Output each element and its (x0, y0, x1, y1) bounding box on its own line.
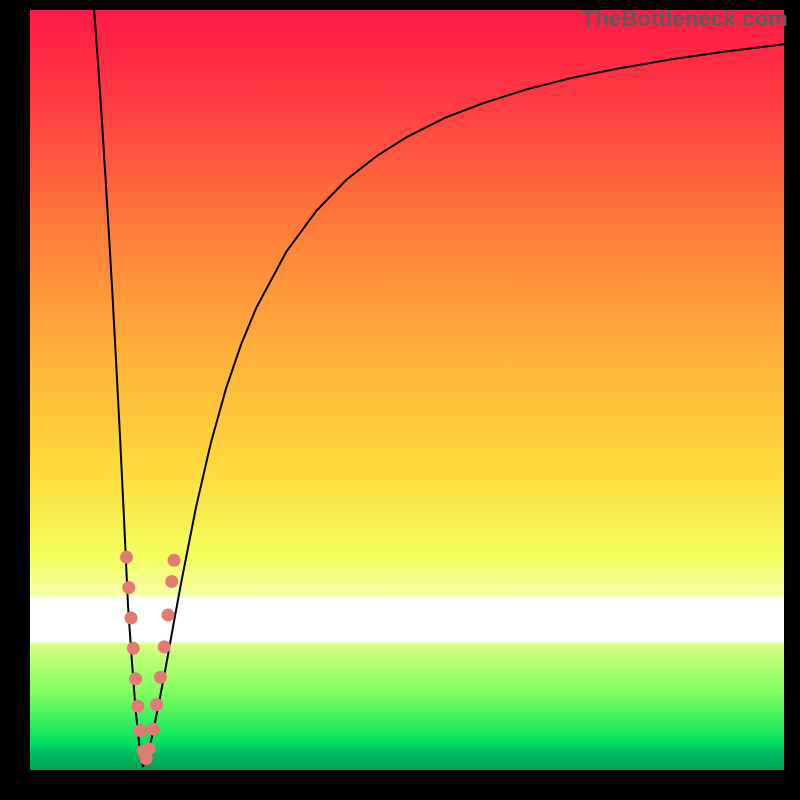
marker-dot (134, 724, 147, 737)
marker-dot (150, 698, 163, 711)
marker-dot (154, 671, 167, 684)
plot-area (30, 10, 784, 770)
marker-dot (143, 742, 156, 755)
marker-dot (161, 608, 174, 621)
marker-dot (168, 554, 181, 567)
marker-dot (158, 640, 171, 653)
marker-dot (146, 722, 159, 735)
marker-dot (122, 581, 135, 594)
marker-dot (125, 612, 138, 625)
marker-dot (127, 642, 140, 655)
frame: TheBottleneck.com (0, 0, 800, 800)
gradient-bg (30, 10, 784, 770)
chart-svg (30, 10, 784, 770)
marker-dot (120, 551, 133, 564)
watermark: TheBottleneck.com (582, 6, 788, 32)
marker-dot (129, 672, 142, 685)
marker-dot (131, 700, 144, 713)
marker-dot (165, 575, 178, 588)
